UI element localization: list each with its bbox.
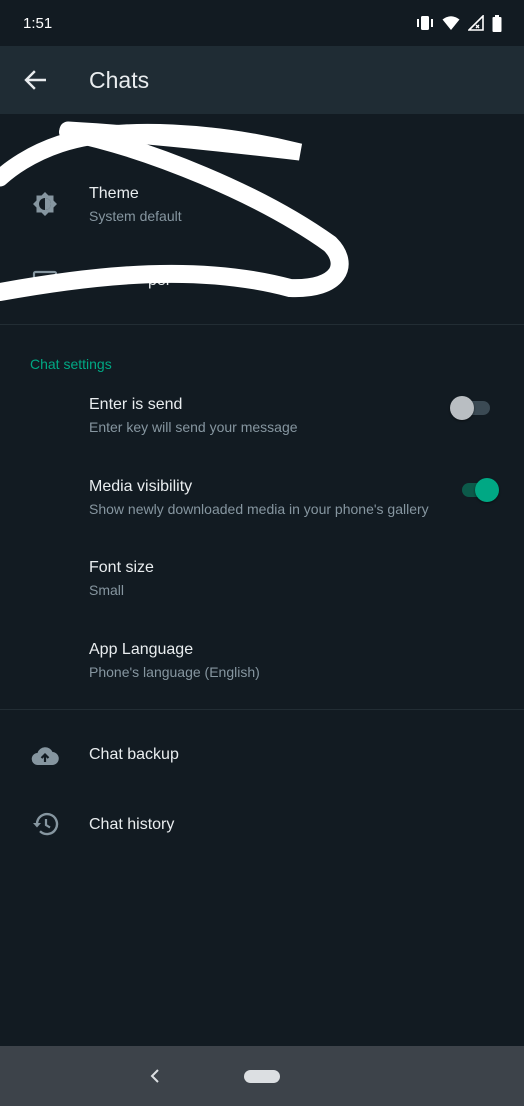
history-icon (30, 809, 60, 839)
toggle-thumb (475, 478, 499, 502)
font-size-row[interactable]: Font size Small (0, 548, 524, 612)
font-size-title: Font size (89, 559, 154, 576)
back-button[interactable] (15, 60, 55, 100)
wallpaper-title: per (148, 272, 172, 289)
media-visibility-title: Media visibility (89, 478, 193, 495)
battery-icon (492, 14, 502, 32)
chevron-left-icon (150, 1069, 159, 1083)
signal-icon (468, 15, 484, 31)
vibrate-icon (416, 15, 434, 31)
media-visibility-row[interactable]: Media visibility Show newly downloaded m… (0, 466, 524, 530)
theme-title: Theme (89, 185, 139, 202)
wallpaper-icon (30, 266, 60, 296)
font-size-subtitle: Small (89, 582, 125, 598)
wifi-icon (442, 15, 460, 31)
wallpaper-row[interactable]: per (0, 252, 524, 312)
page-title: Chats (89, 66, 150, 93)
chat-history-row[interactable]: Chat history (0, 792, 524, 858)
arrow-back-icon (24, 70, 46, 90)
app-language-row[interactable]: App Language Phone's language (English) (0, 630, 524, 694)
chat-backup-row[interactable]: Chat backup (0, 722, 524, 788)
enter-is-send-toggle[interactable] (450, 393, 494, 423)
chat-backup-title: Chat backup (89, 746, 179, 763)
app-language-title: App Language (89, 641, 194, 658)
navigation-bar (0, 1046, 524, 1106)
theme-icon (30, 189, 60, 219)
enter-is-send-title: Enter is send (89, 396, 183, 413)
divider (0, 709, 524, 710)
divider (0, 324, 524, 325)
section-header-chat-settings: Chat settings (30, 356, 112, 372)
enter-is-send-row[interactable]: Enter is send Enter key will send your m… (0, 384, 524, 448)
media-visibility-subtitle: Show newly downloaded media in your phon… (89, 501, 429, 517)
enter-is-send-subtitle: Enter key will send your message (89, 419, 298, 435)
status-bar: 1:51 (0, 0, 524, 46)
theme-row[interactable]: Theme System default (0, 172, 524, 238)
app-bar: Chats (0, 46, 524, 114)
media-visibility-toggle[interactable] (458, 475, 502, 505)
chat-history-title: Chat history (89, 816, 175, 833)
status-icons (416, 14, 502, 32)
app-language-subtitle: Phone's language (English) (89, 664, 260, 680)
toggle-thumb (450, 396, 474, 420)
status-time: 1:51 (23, 14, 53, 32)
section-header-display: D (30, 145, 41, 161)
nav-back-button[interactable] (144, 1064, 166, 1088)
nav-home-button[interactable] (244, 1070, 280, 1083)
theme-subtitle: System default (89, 208, 182, 224)
cloud-upload-icon (30, 741, 60, 771)
